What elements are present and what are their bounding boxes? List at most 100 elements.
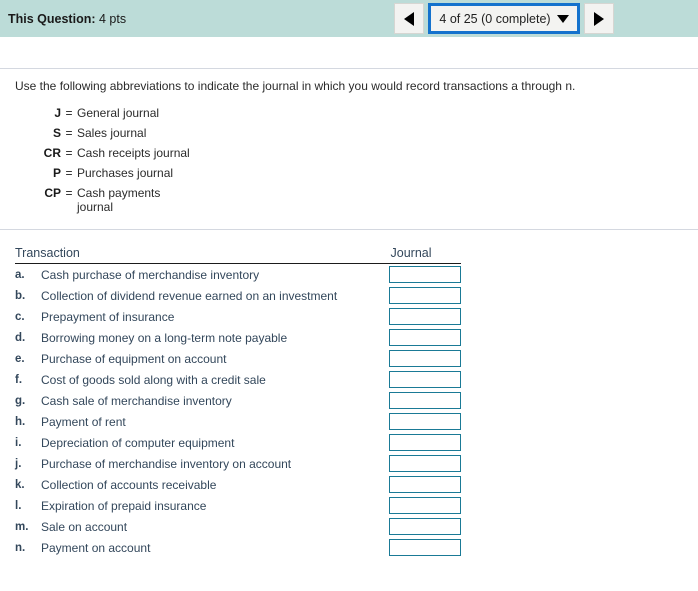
journal-answer-cell — [361, 266, 461, 283]
next-question-button[interactable] — [584, 3, 614, 34]
legend-item: CR = Cash receipts journal — [15, 146, 335, 160]
caret-down-icon — [556, 14, 569, 23]
transaction-journal-table: Transaction Journal a. Cash purchase of m… — [15, 246, 461, 558]
table-header-row: Transaction Journal — [15, 246, 461, 264]
journal-answer-input[interactable] — [389, 287, 461, 304]
row-letter: d. — [15, 331, 26, 344]
transaction-description: Sale on account — [41, 519, 128, 534]
table-row: c. Prepayment of insurance — [15, 306, 461, 327]
row-letter: g. — [15, 394, 26, 407]
row-letter: c. — [15, 310, 25, 323]
legend-abbreviation: CR — [43, 146, 61, 160]
divider-top — [0, 68, 698, 69]
journal-answer-input[interactable] — [389, 476, 461, 493]
journal-answer-input[interactable] — [389, 539, 461, 556]
journal-answer-cell — [361, 455, 461, 472]
transaction-description: Prepayment of insurance — [41, 309, 175, 324]
journal-answer-cell — [361, 392, 461, 409]
legend-journal-name: Cash receipts journal — [77, 146, 190, 160]
legend-item: J = General journal — [15, 106, 335, 120]
transaction-description: Purchase of merchandise inventory on acc… — [41, 456, 292, 471]
legend-journal-name: Purchases journal — [77, 166, 174, 180]
legend-abbreviation: P — [52, 166, 61, 180]
column-header-transaction: Transaction — [15, 246, 80, 260]
transaction-description: Collection of dividend revenue earned on… — [41, 288, 338, 303]
table-row: m. Sale on account — [15, 516, 461, 537]
question-selector-label: 4 of 25 (0 complete) — [439, 11, 551, 26]
journal-answer-cell — [361, 497, 461, 514]
journal-answer-input[interactable] — [389, 350, 461, 367]
legend-equals-sign: = — [65, 166, 73, 180]
journal-answer-input[interactable] — [389, 392, 461, 409]
table-row: i. Depreciation of computer equipment — [15, 432, 461, 453]
legend-journal-name: General journal — [77, 106, 160, 120]
transaction-description: Collection of accounts receivable — [41, 477, 217, 492]
legend-abbreviation: CP — [44, 186, 61, 200]
triangle-left-icon — [404, 11, 414, 26]
row-letter: m. — [15, 520, 29, 533]
divider-middle — [0, 229, 698, 230]
journal-answer-input[interactable] — [389, 371, 461, 388]
legend-abbreviation: S — [52, 126, 61, 140]
journal-answer-input[interactable] — [389, 413, 461, 430]
row-letter: f. — [15, 373, 23, 386]
journal-answer-cell — [361, 287, 461, 304]
row-letter: k. — [15, 478, 25, 491]
table-row: b. Collection of dividend revenue earned … — [15, 285, 461, 306]
instructions-text: Use the following abbreviations to indic… — [15, 79, 576, 93]
row-letter: e. — [15, 352, 25, 365]
journal-answer-input[interactable] — [389, 266, 461, 283]
transaction-description: Cash purchase of merchandise inventory — [41, 267, 260, 282]
journal-answer-cell — [361, 308, 461, 325]
legend-equals-sign: = — [65, 146, 73, 160]
table-row: j. Purchase of merchandise inventory on a… — [15, 453, 461, 474]
transaction-description: Payment of rent — [41, 414, 126, 429]
table-row: e. Purchase of equipment on account — [15, 348, 461, 369]
table-row: n. Payment on account — [15, 537, 461, 558]
journal-answer-input[interactable] — [389, 434, 461, 451]
transaction-description: Payment on account — [41, 540, 151, 555]
legend-journal-name: Sales journal — [77, 126, 147, 140]
legend-abbreviation: J — [54, 106, 61, 120]
table-body: a. Cash purchase of merchandise inventory… — [15, 264, 461, 558]
table-row: f. Cost of goods sold along with a credit… — [15, 369, 461, 390]
row-letter: a. — [15, 268, 25, 281]
legend-item: S = Sales journal — [15, 126, 335, 140]
journal-answer-input[interactable] — [389, 329, 461, 346]
journal-answer-cell — [361, 329, 461, 346]
journal-answer-cell — [361, 434, 461, 451]
journal-answer-cell — [361, 371, 461, 388]
question-navigation: 4 of 25 (0 complete) — [394, 3, 614, 34]
legend-item: CP = Cash payments journal — [15, 186, 335, 214]
journal-answer-input[interactable] — [389, 455, 461, 472]
question-header-bar: This Question: 4 pts 4 of 25 (0 complete… — [0, 0, 698, 37]
legend-equals-sign: = — [65, 106, 73, 120]
row-letter: h. — [15, 415, 26, 428]
legend-journal-name: Cash payments journal — [77, 186, 161, 214]
row-letter: l. — [15, 499, 22, 512]
journal-answer-input[interactable] — [389, 497, 461, 514]
question-points-value: 4 pts — [98, 11, 127, 26]
transaction-description: Borrowing money on a long-term note paya… — [41, 330, 288, 345]
question-selector-dropdown[interactable]: 4 of 25 (0 complete) — [428, 3, 580, 34]
table-row: d. Borrowing money on a long-term note pa… — [15, 327, 461, 348]
journal-answer-cell — [361, 476, 461, 493]
transaction-description: Purchase of equipment on account — [41, 351, 227, 366]
transaction-description: Cash sale of merchandise inventory — [41, 393, 232, 408]
row-letter: n. — [15, 541, 26, 554]
journal-answer-cell — [361, 350, 461, 367]
table-row: h. Payment of rent — [15, 411, 461, 432]
row-letter: i. — [15, 436, 22, 449]
journal-answer-input[interactable] — [389, 518, 461, 535]
previous-question-button[interactable] — [394, 3, 424, 34]
transaction-description: Depreciation of computer equipment — [41, 435, 235, 450]
column-header-journal: Journal — [390, 246, 432, 260]
abbreviation-legend: J = General journal S = Sales journal CR… — [15, 106, 335, 220]
journal-answer-input[interactable] — [389, 308, 461, 325]
row-letter: b. — [15, 289, 26, 302]
table-row: k. Collection of accounts receivable — [15, 474, 461, 495]
legend-equals-sign: = — [65, 126, 73, 140]
journal-answer-cell — [361, 518, 461, 535]
question-label: This Question: — [8, 11, 96, 26]
transaction-description: Cost of goods sold along with a credit s… — [41, 372, 266, 387]
